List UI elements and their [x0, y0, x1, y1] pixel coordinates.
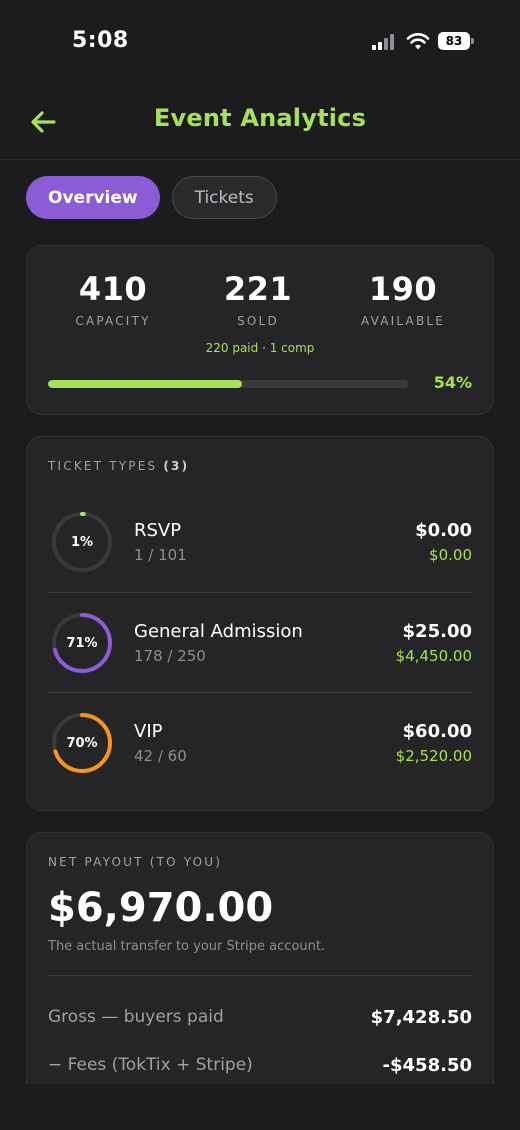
stat-capacity: 410 CAPACITY [43, 270, 183, 328]
available-label: AVAILABLE [360, 314, 446, 328]
sold-label: SOLD [237, 314, 279, 328]
cellular-signal-icon [372, 34, 398, 50]
ticket-types-count: (3) [163, 459, 190, 473]
stat-available: 190 AVAILABLE [333, 270, 473, 328]
ticket-sold-count: 178 / 250 [134, 647, 206, 665]
sold-progress-fill [48, 380, 243, 388]
ticket-name: RSVP [134, 520, 182, 541]
bottom-edge [0, 1084, 520, 1130]
ticket-price: $25.00 [402, 621, 472, 642]
payout-line-gross: Gross — buyers paid $7,428.50 [48, 1007, 472, 1037]
ticket-revenue: $2,520.00 [395, 747, 472, 765]
ticket-percent: 70% [66, 735, 98, 751]
status-time: 5:08 [72, 28, 129, 53]
ticket-name: VIP [134, 721, 163, 742]
available-value: 190 [368, 270, 438, 308]
net-payout-note: The actual transfer to your Stripe accou… [48, 939, 326, 954]
sold-value: 221 [223, 270, 293, 308]
payout-line-fees: − Fees (TokTix + Stripe) -$458.50 [48, 1055, 472, 1085]
battery-icon: 83 [438, 32, 470, 50]
capacity-value: 410 [78, 270, 148, 308]
tab-overview[interactable]: Overview [26, 176, 160, 219]
ticket-percent: 1% [70, 534, 94, 550]
tab-bar: Overview Tickets [26, 176, 277, 220]
battery-tip [471, 38, 474, 44]
ticket-sold-count: 1 / 101 [134, 546, 187, 564]
ticket-price: $0.00 [415, 520, 472, 541]
line-value: $7,428.50 [370, 1007, 472, 1028]
ticket-revenue: $0.00 [429, 546, 472, 564]
capacity-label: CAPACITY [75, 314, 151, 328]
ticket-revenue: $4,450.00 [395, 647, 472, 665]
net-payout-amount: $6,970.00 [48, 885, 274, 931]
ticket-type-row[interactable]: 70% VIP 42 / 60 $60.00 $2,520.00 [48, 692, 472, 792]
ticket-types-card: TICKET TYPES (3) 1% RSVP 1 / 101 $0.00 $… [26, 436, 494, 811]
line-label: − Fees (TokTix + Stripe) [48, 1055, 253, 1075]
wifi-icon [406, 33, 430, 50]
line-value: -$458.50 [382, 1055, 472, 1076]
ticket-type-row[interactable]: 71% General Admission 178 / 250 $25.00 $… [48, 592, 472, 692]
ticket-type-row[interactable]: 1% RSVP 1 / 101 $0.00 $0.00 [48, 492, 472, 592]
paid-comp-breakdown: 220 paid · 1 comp [205, 341, 315, 355]
net-payout-label: NET PAYOUT (TO YOU) [48, 855, 223, 869]
line-label: Gross — buyers paid [48, 1007, 224, 1027]
ticket-types-label: TICKET TYPES [48, 459, 158, 473]
ticket-percent: 71% [66, 635, 98, 651]
ticket-price: $60.00 [402, 721, 472, 742]
capacity-stats-card: 410 CAPACITY 221 SOLD 190 AVAILABLE 220 … [26, 245, 494, 415]
stat-sold: 221 SOLD [188, 270, 328, 328]
tab-tickets[interactable]: Tickets [171, 176, 277, 219]
page-title: Event Analytics [153, 104, 367, 132]
ticket-name: General Admission [134, 621, 303, 642]
status-bar: 5:08 83 [0, 0, 520, 80]
sold-progress-bar [48, 380, 408, 388]
divider [48, 975, 472, 976]
sold-progress-percent: 54% [433, 373, 472, 392]
ticket-sold-count: 42 / 60 [134, 747, 187, 765]
header: Event Analytics [0, 82, 520, 160]
ticket-types-heading: TICKET TYPES (3) [48, 459, 189, 473]
